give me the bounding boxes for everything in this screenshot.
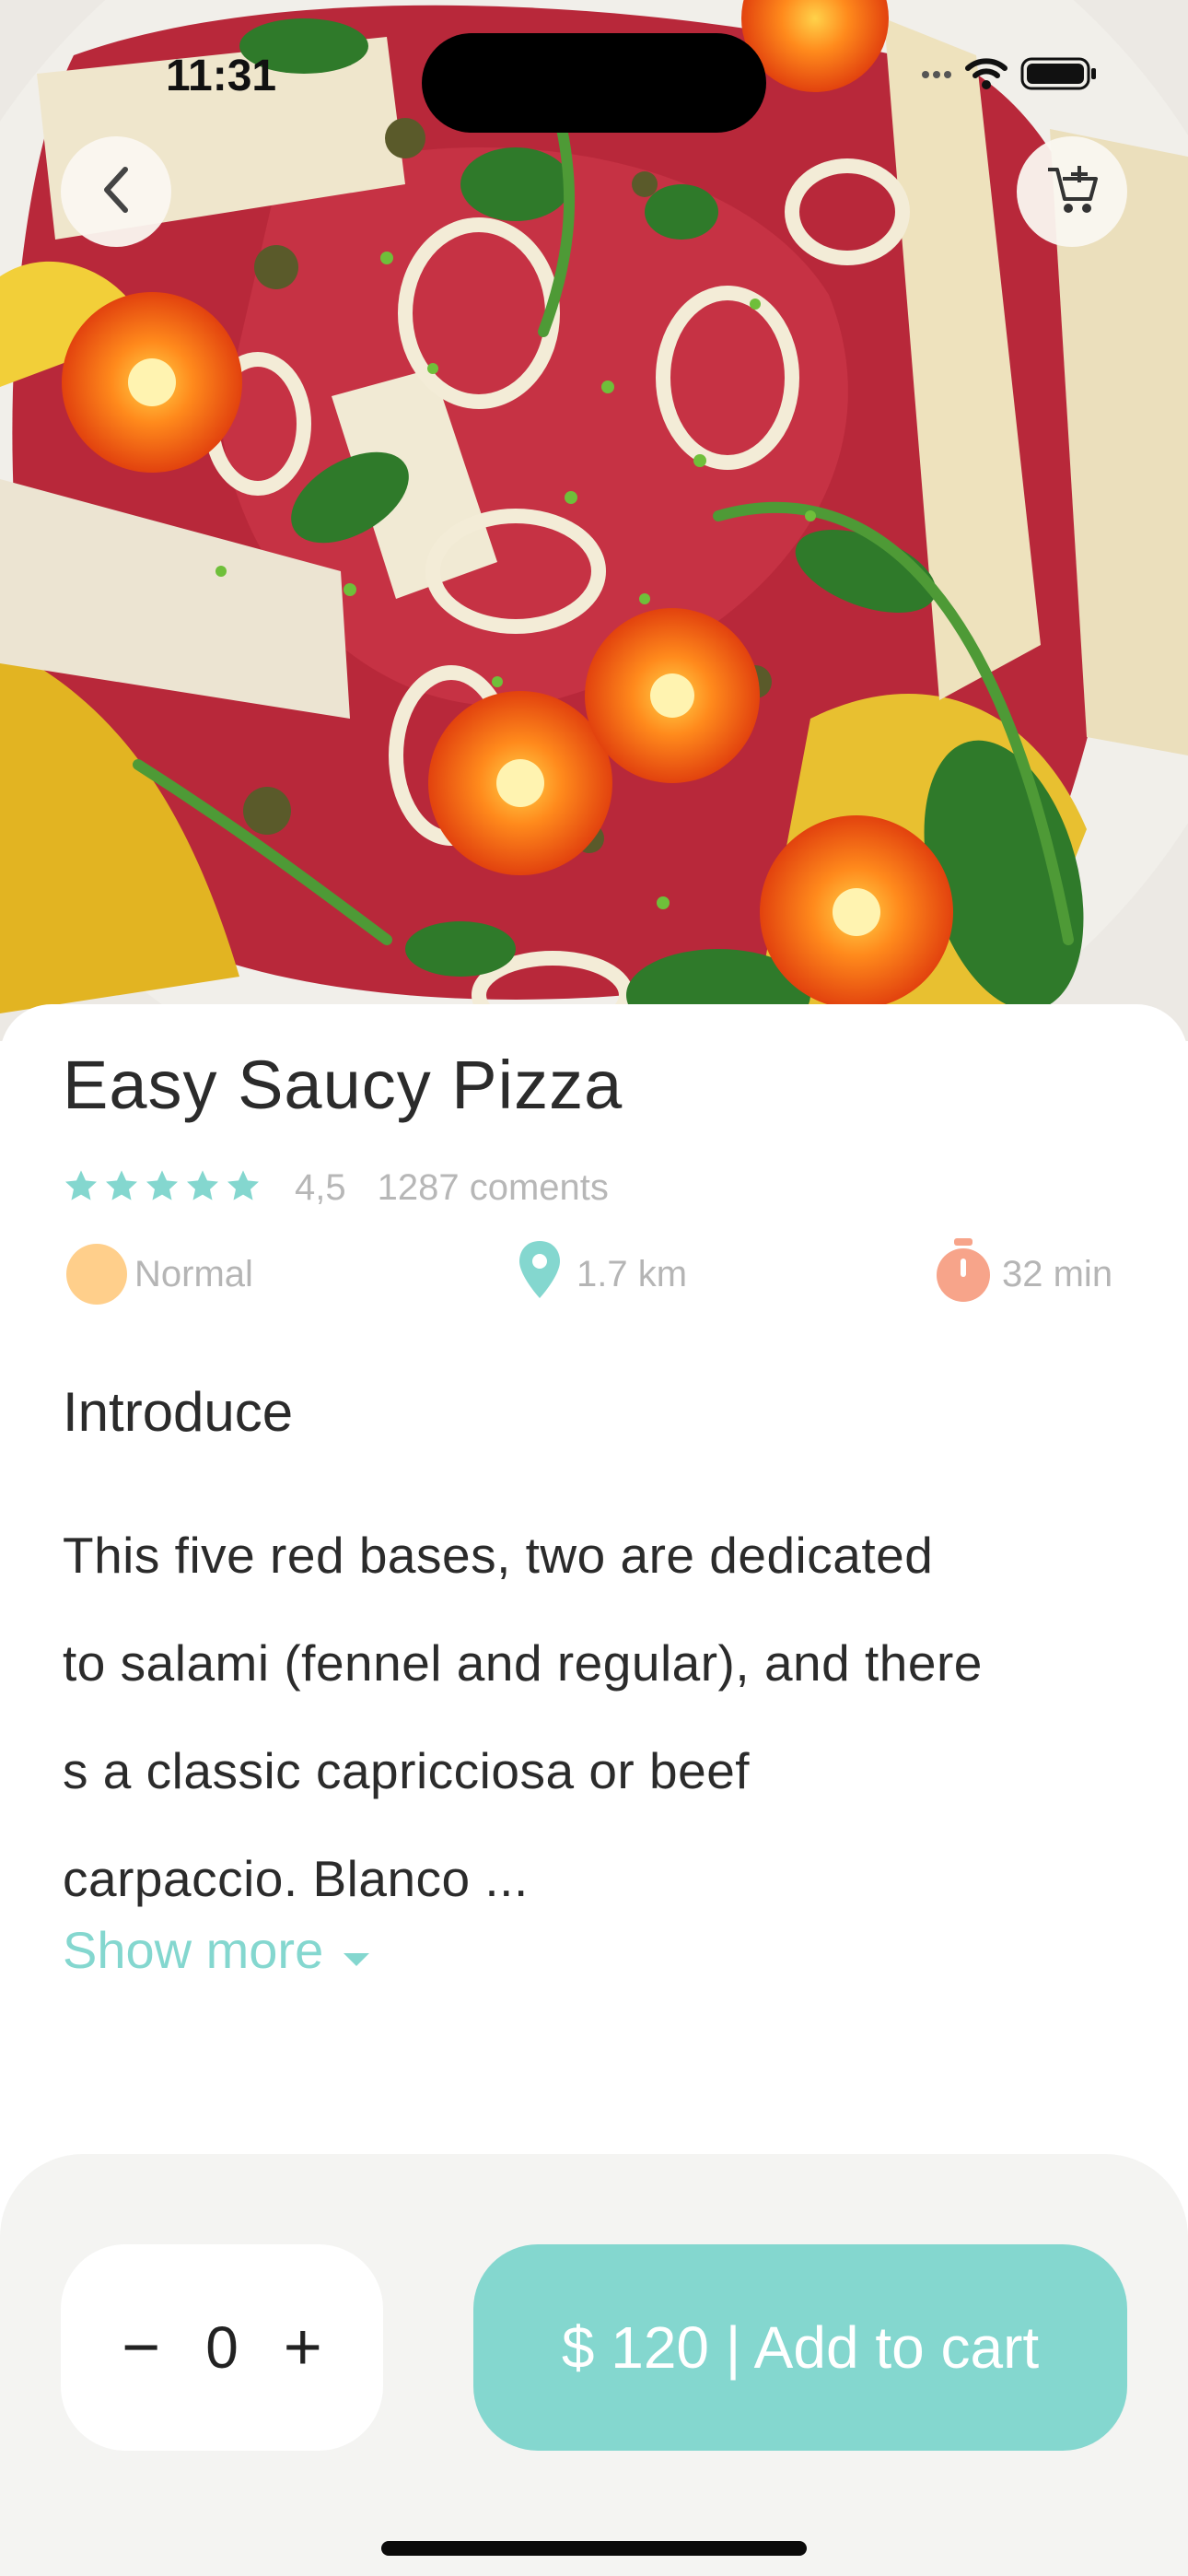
cart-plus-icon — [1044, 162, 1100, 222]
timer-icon — [934, 1236, 993, 1312]
rating-row: 4,5 1287 coments — [63, 1163, 609, 1212]
duration-info: 32 min — [934, 1238, 1113, 1306]
status-bar: 11:31 — [0, 0, 1188, 138]
show-more-label: Show more — [63, 1921, 324, 1979]
decrease-button[interactable]: − — [113, 2314, 169, 2381]
battery-icon — [1020, 55, 1098, 97]
intro-heading: Introduce — [63, 1381, 294, 1443]
show-more-link[interactable]: Show more — [63, 1920, 370, 1980]
chevron-left-icon — [96, 162, 136, 222]
star-rating[interactable] — [63, 1167, 262, 1209]
hero-food-image — [0, 0, 1188, 1041]
distance-label: 1.7 km — [577, 1253, 688, 1294]
star-icon — [63, 1167, 99, 1209]
intro-line: s a classic capricciosa or beef — [63, 1742, 751, 1799]
rating-value: 4,5 — [295, 1166, 346, 1208]
star-icon — [184, 1167, 221, 1209]
distance-info: 1.7 km — [516, 1239, 688, 1309]
star-icon — [225, 1167, 262, 1209]
wifi-icon — [965, 57, 1007, 95]
quantity-value: 0 — [205, 2314, 239, 2381]
home-indicator[interactable] — [381, 2541, 807, 2556]
dish-title: Easy Saucy Pizza — [63, 1047, 623, 1123]
caret-down-icon — [344, 1920, 370, 1980]
signal-dots-icon — [921, 68, 952, 85]
dynamic-island — [422, 33, 766, 133]
star-icon — [144, 1167, 181, 1209]
quantity-stepper: − 0 + — [61, 2244, 383, 2451]
location-pin-icon — [516, 1239, 564, 1309]
intro-line: This five red bases, two are dedicated — [63, 1527, 934, 1584]
add-to-cart-button[interactable]: $ 120 | Add to cart — [473, 2244, 1127, 2451]
intro-description: This five red bases, two are dedicated t… — [63, 1502, 1131, 1933]
difficulty-info: Normal — [66, 1242, 253, 1306]
comments-count[interactable]: 1287 coments — [378, 1167, 609, 1209]
increase-button[interactable]: + — [275, 2314, 331, 2381]
difficulty-dot-icon — [66, 1244, 127, 1305]
star-icon — [103, 1167, 140, 1209]
add-to-cart-header-button[interactable] — [1017, 136, 1127, 247]
intro-line: to salami (fennel and regular), and ther… — [63, 1634, 983, 1692]
duration-label: 32 min — [1002, 1253, 1113, 1294]
difficulty-label: Normal — [134, 1253, 253, 1294]
status-icons — [921, 55, 1098, 97]
status-time: 11:31 — [166, 52, 277, 100]
intro-line: carpaccio. Blanco ... — [63, 1850, 529, 1907]
meta-row: Normal 1.7 km 32 min — [0, 1238, 1188, 1309]
back-button[interactable] — [61, 136, 171, 247]
